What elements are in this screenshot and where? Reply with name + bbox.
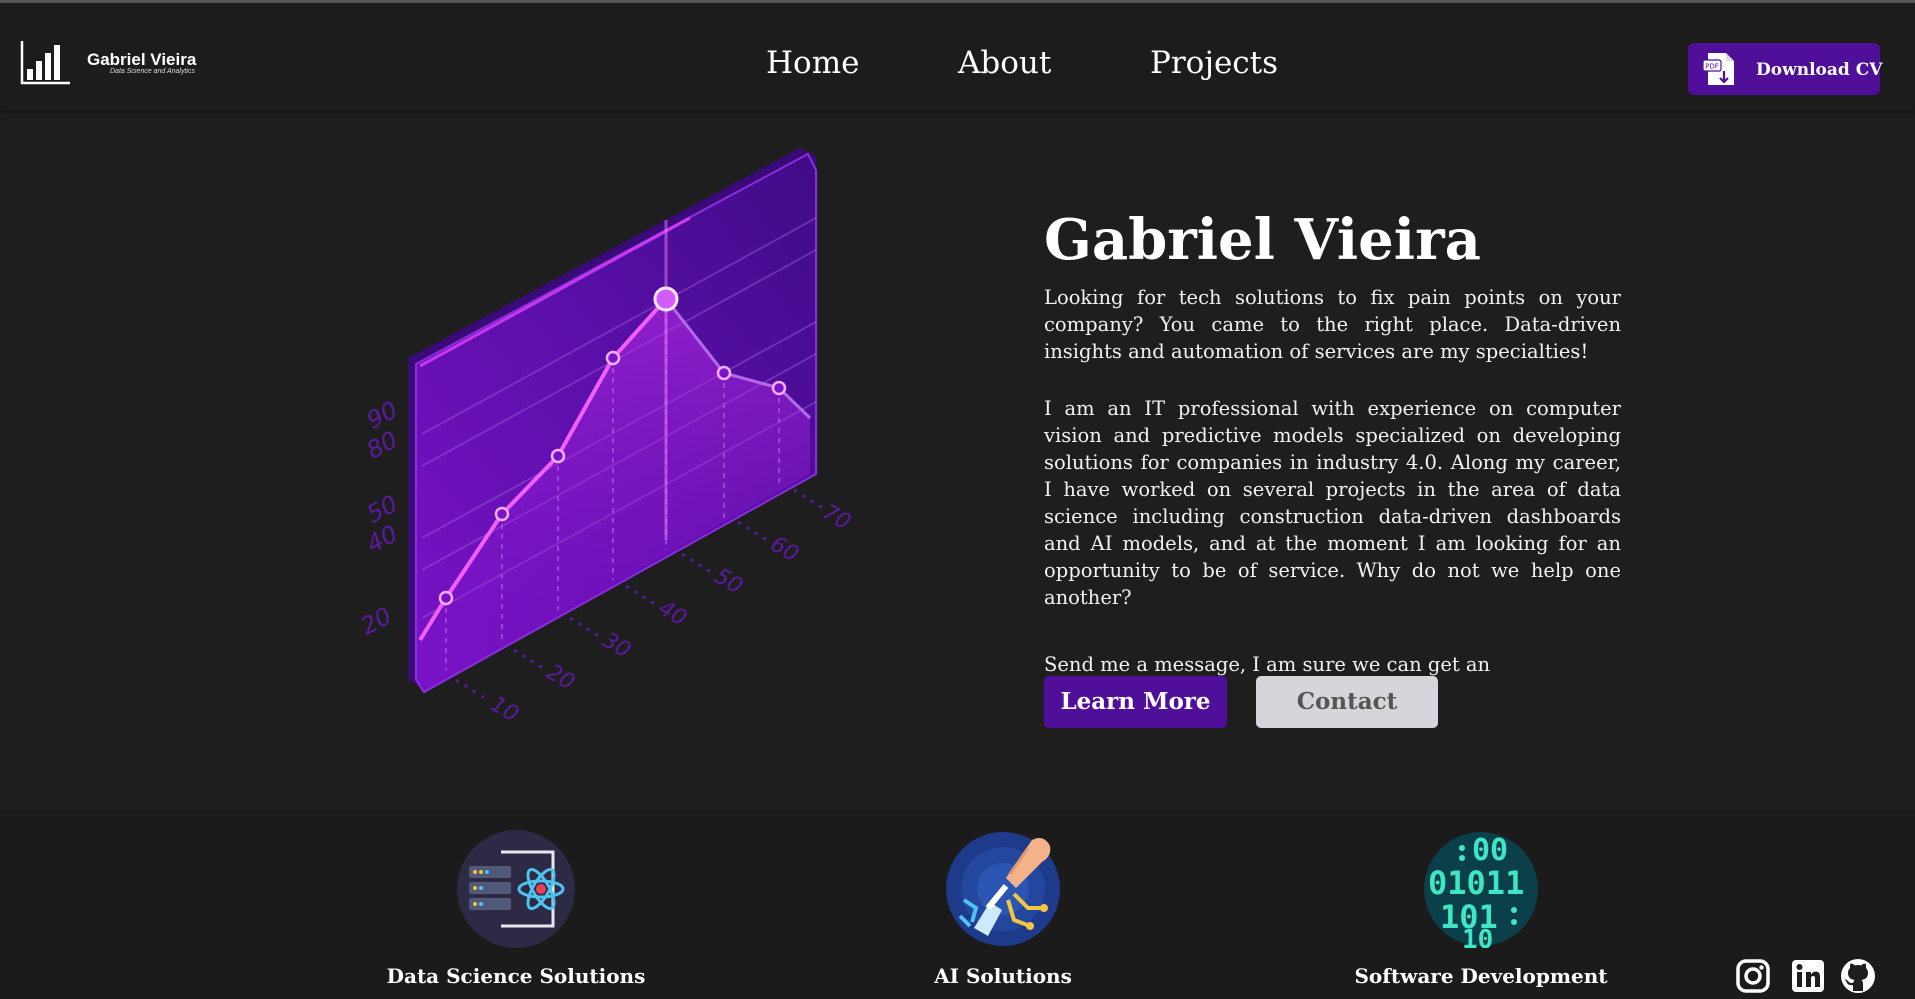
svg-text:10: 10 [1462, 925, 1493, 948]
download-cv-button[interactable]: PDF Download CV [1688, 43, 1883, 95]
hero-text: Gabriel Vieira Looking for tech solution… [1044, 207, 1621, 705]
service-label: AI Solutions [934, 964, 1072, 988]
y-tick-label: 20 [360, 602, 396, 641]
download-cv-label: Download CV [1756, 60, 1883, 80]
x-tick-label: 40 [654, 596, 691, 632]
svg-text:01011: 01011 [1428, 864, 1524, 902]
hero-intro-paragraph: Looking for tech solutions to fix pain p… [1044, 285, 1621, 363]
data-science-icon [457, 830, 575, 948]
ai-hand-icon [946, 832, 1060, 946]
hero-chart-illustration: 20 40 50 80 90 10 20 30 40 50 60 70 [360, 148, 855, 728]
y-tick-label: 90 [362, 396, 402, 435]
x-tick-label: 10 [486, 692, 523, 728]
main-nav: Home About Projects [0, 3, 1915, 110]
service-ai[interactable]: AI Solutions [853, 830, 1153, 988]
linkedin-icon[interactable] [1790, 958, 1826, 994]
y-tick-label: 40 [362, 520, 402, 559]
instagram-icon[interactable] [1735, 958, 1771, 994]
x-tick-label: 30 [598, 628, 635, 664]
binary-code-icon: 00 01011 101 10 [1424, 832, 1538, 948]
x-tick-label: 70 [818, 500, 855, 536]
logo-tagline: Data Science and Analytics [110, 68, 195, 75]
hero-about-paragraph: I am an IT professional with experience … [1044, 396, 1621, 609]
service-label: Software Development [1354, 964, 1608, 988]
y-tick-label: 50 [362, 490, 402, 529]
svg-text:00: 00 [1472, 833, 1508, 868]
pdf-download-icon: PDF [1702, 53, 1734, 85]
x-tick-label: 50 [710, 564, 747, 600]
x-tick-label: 20 [542, 660, 579, 696]
nav-home[interactable]: Home [766, 45, 859, 81]
x-tick-label: 60 [766, 532, 803, 568]
nav-about[interactable]: About [958, 45, 1051, 81]
bar-chart-logo-icon [20, 41, 70, 85]
svg-text:PDF: PDF [1705, 63, 1719, 71]
y-tick-label: 80 [362, 426, 402, 465]
github-icon[interactable] [1840, 958, 1876, 994]
hero-title: Gabriel Vieira [1044, 207, 1481, 273]
learn-more-button[interactable]: Learn More [1044, 676, 1227, 728]
services-section: Data Science Solutions AI Solutions 00 0… [0, 810, 1915, 999]
logo[interactable]: Gabriel Vieira Data Science and Analytic… [20, 39, 210, 91]
service-label: Data Science Solutions [386, 964, 646, 988]
site-header: Gabriel Vieira Data Science and Analytic… [0, 3, 1915, 110]
contact-button[interactable]: Contact [1256, 676, 1438, 728]
service-data-science[interactable]: Data Science Solutions [366, 830, 666, 988]
nav-projects[interactable]: Projects [1150, 45, 1278, 81]
logo-name: Gabriel Vieira [87, 50, 197, 69]
service-software[interactable]: 00 01011 101 10 Software Development [1331, 830, 1631, 988]
